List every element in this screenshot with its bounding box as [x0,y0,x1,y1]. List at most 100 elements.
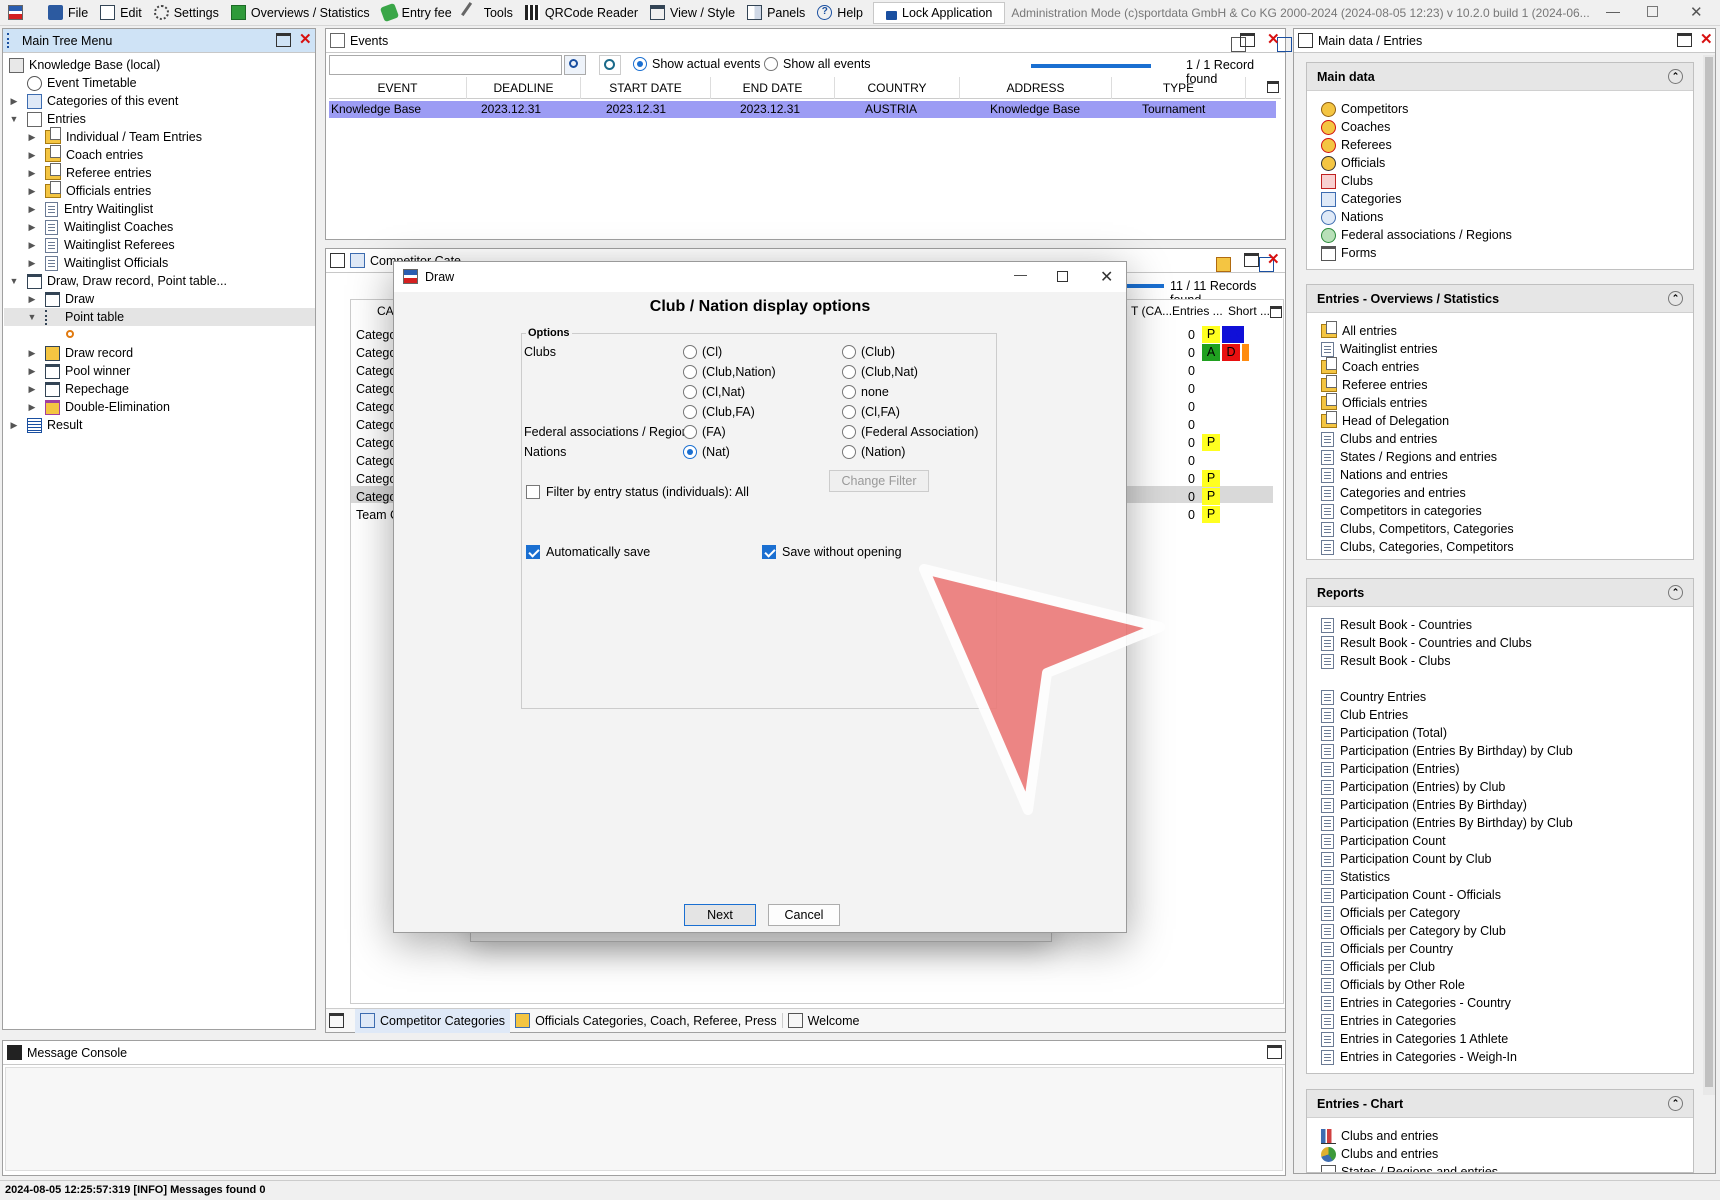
link-report[interactable]: Country Entries [1321,688,1426,706]
section-header[interactable]: Main data ⌃ [1307,63,1693,91]
expand-arrow-icon[interactable]: ▶ [27,186,37,197]
tree-item-draw-group[interactable]: Draw, Draw record, Point table... [27,272,227,290]
menu-edit[interactable]: Edit [94,0,148,26]
tree-item-entry-waitinglist[interactable]: Entry Waitinglist [45,200,153,218]
link-nations[interactable]: Nations [1321,208,1383,226]
maximize-panel-icon[interactable] [1677,33,1692,47]
col-deadline[interactable]: DEADLINE [467,77,581,99]
table-row[interactable]: Catego [356,418,396,432]
radio-cl[interactable]: (Cl) [683,345,722,359]
expand-arrow-icon[interactable]: ▶ [9,96,19,107]
table-row[interactable]: Catego [356,436,396,450]
tree-item-officials-entries[interactable]: Officials entries [45,181,151,200]
collapse-icon[interactable]: ⌃ [1668,1096,1683,1111]
tree-item-individual-team-entries[interactable]: Individual / Team Entries [45,127,202,146]
radio-cl-nat[interactable]: (Cl,Nat) [683,385,745,399]
link-nations-and-entries[interactable]: Nations and entries [1321,466,1448,484]
radio-club-fa[interactable]: (Club,FA) [683,405,755,419]
tree-item-result[interactable]: Result [27,416,82,434]
link-report[interactable]: Entries in Categories - Weigh-In [1321,1048,1517,1066]
events-search-input[interactable] [329,55,562,75]
expand-arrow-icon[interactable]: ▶ [27,132,37,143]
filter-entry-status-checkbox[interactable]: Filter by entry status (individuals): Al… [526,485,749,499]
link-report[interactable]: Participation (Entries By Birthday) by C… [1321,814,1573,832]
radio-club-nation[interactable]: (Club,Nation) [683,365,776,379]
col-country[interactable]: COUNTRY [835,77,960,99]
link-chart-clubs-pie[interactable]: Clubs and entries [1321,1145,1438,1163]
tree-item-waitinglist-coaches[interactable]: Waitinglist Coaches [45,218,173,236]
tree-item-coach-entries[interactable]: Coach entries [45,145,143,164]
table-row[interactable]: Catego [356,346,396,360]
table-row[interactable]: Catego [356,490,396,504]
close-panel-icon[interactable]: ✕ [299,31,312,49]
col-start-date[interactable]: START DATE [581,77,711,99]
menu-entry-fee[interactable]: Entry fee [376,0,458,26]
radio-cl-fa[interactable]: (Cl,FA) [842,405,900,419]
tree-item-draw[interactable]: Draw [45,290,94,308]
link-coach-entries[interactable]: Coach entries [1321,357,1419,376]
collapse-icon[interactable]: ⌃ [1668,585,1683,600]
col-end-date[interactable]: END DATE [711,77,835,99]
link-referees[interactable]: Referees [1321,136,1392,154]
dialog-minimize-button[interactable]: — [1014,267,1027,282]
col-entries[interactable]: Entries ... [1172,304,1223,318]
menu-file[interactable]: File [42,0,94,26]
tree-item-waitinglist-referees[interactable]: Waitinglist Referees [45,236,175,254]
expand-arrow-icon[interactable]: ▶ [27,258,37,269]
col-event[interactable]: EVENT [329,77,467,99]
link-report[interactable]: Entries in Categories 1 Athlete [1321,1030,1508,1048]
radio-nation[interactable]: (Nation) [842,445,905,459]
link-officials-entries[interactable]: Officials entries [1321,393,1427,412]
tab-officials-categories[interactable]: Officials Categories, Coach, Referee, Pr… [510,1013,782,1028]
auto-save-checkbox[interactable]: Automatically save [526,545,650,559]
link-report[interactable]: Entries in Categories - Country [1321,994,1511,1012]
menu-view-style[interactable]: View / Style [644,0,741,26]
link-report[interactable]: Officials per Country [1321,940,1453,958]
link-competitors-in-categories[interactable]: Competitors in categories [1321,502,1482,520]
next-button[interactable]: Next [684,904,756,926]
link-clubs-competitors-categories[interactable]: Clubs, Competitors, Categories [1321,520,1514,538]
tree-item-pool-winner[interactable]: Pool winner [45,362,130,380]
link-report[interactable]: Result Book - Countries [1321,616,1472,634]
table-row[interactable]: Knowledge Base 2023.12.31 2023.12.31 202… [329,101,1276,118]
expand-arrow-icon[interactable]: ▶ [27,294,37,305]
link-federal-associations[interactable]: Federal associations / Regions [1321,226,1512,244]
close-panel-icon[interactable]: ✕ [1700,31,1713,49]
section-header[interactable]: Entries - Chart ⌃ [1307,1090,1693,1118]
tree-item-waitinglist-officials[interactable]: Waitinglist Officials [45,254,168,272]
window-icon[interactable] [329,1013,344,1028]
show-all-events-radio[interactable]: Show all events [764,57,871,71]
expand-arrow-icon[interactable]: ▶ [27,366,37,377]
section-header[interactable]: Reports ⌃ [1307,579,1693,607]
link-officials[interactable]: Officials [1321,154,1385,172]
link-competitors[interactable]: Competitors [1321,100,1408,118]
link-report[interactable]: Officials per Category by Club [1321,922,1506,940]
tree-item-referee-entries[interactable]: Referee entries [45,163,151,182]
expand-arrow-icon[interactable]: ▶ [27,240,37,251]
link-report[interactable]: Participation Count by Club [1321,850,1491,868]
show-actual-events-radio[interactable]: Show actual events [633,57,760,71]
col-ct[interactable]: T (CA... [1131,304,1172,318]
radio-nat[interactable]: (Nat) [683,445,730,459]
link-referee-entries[interactable]: Referee entries [1321,375,1427,394]
menu-help[interactable]: ? Help [811,0,869,26]
cancel-button[interactable]: Cancel [768,904,840,926]
expand-arrow-icon[interactable]: ▶ [27,222,37,233]
menu-tools[interactable]: Tools [458,0,519,26]
link-report[interactable]: Participation Count [1321,832,1446,850]
col-ca[interactable]: CA [377,304,394,318]
close-panel-icon[interactable]: ✕ [1267,31,1280,49]
tree-item-double-elimination[interactable]: Double-Elimination [45,398,170,416]
collapse-arrow-icon[interactable]: ▼ [27,312,37,322]
copy-icon[interactable] [330,253,345,268]
change-filter-button[interactable]: Change Filter [829,470,929,492]
link-report[interactable]: Officials per Category [1321,904,1460,922]
tab-welcome[interactable]: Welcome [781,1013,865,1028]
close-panel-icon[interactable]: ✕ [1267,251,1280,269]
link-waitinglist-entries[interactable]: Waitinglist entries [1321,340,1438,358]
dialog-maximize-button[interactable] [1057,271,1068,282]
maximize-panel-icon[interactable] [276,33,291,47]
collapse-arrow-icon[interactable]: ▼ [9,114,19,124]
link-clubs-categories-competitors[interactable]: Clubs, Categories, Competitors [1321,538,1514,556]
link-report[interactable]: Participation Count - Officials [1321,886,1501,904]
